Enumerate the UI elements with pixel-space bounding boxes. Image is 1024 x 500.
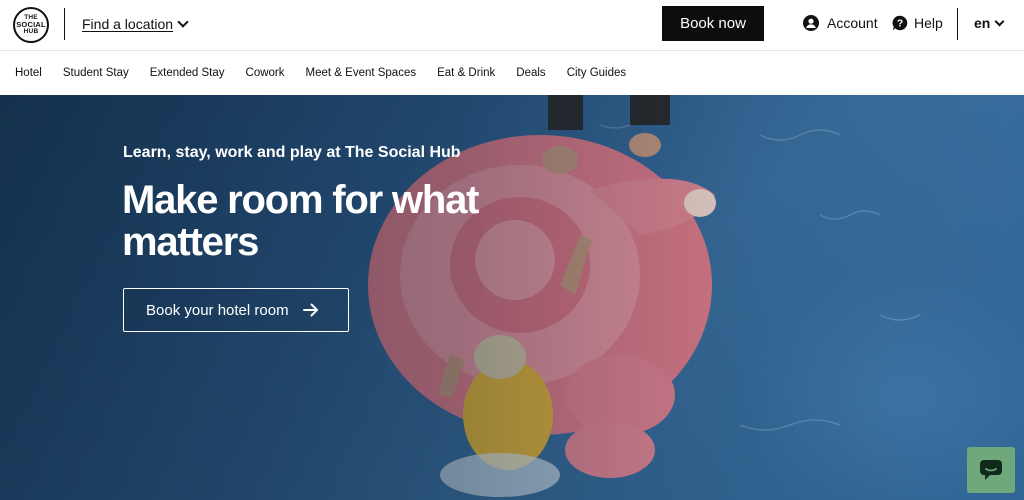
nav-item-cowork[interactable]: Cowork: [246, 67, 285, 79]
find-location-label: Find a location: [82, 16, 174, 32]
nav-item-city-guides[interactable]: City Guides: [567, 67, 626, 79]
chat-question-icon: ?: [892, 15, 908, 31]
header-divider-right: [957, 8, 958, 40]
help-label: Help: [914, 15, 943, 31]
main-nav: Hotel Student Stay Extended Stay Cowork …: [0, 51, 1024, 95]
chat-bubble-icon: [980, 460, 1002, 480]
svg-text:?: ?: [897, 18, 903, 29]
nav-item-extended-stay[interactable]: Extended Stay: [150, 67, 225, 79]
account-label: Account: [827, 15, 878, 31]
book-now-button[interactable]: Book now: [662, 6, 764, 41]
hero-headline: Make room for what matters: [122, 178, 479, 264]
help-link[interactable]: ? Help: [892, 15, 943, 31]
nav-item-deals[interactable]: Deals: [516, 67, 545, 79]
user-circle-icon: [803, 15, 819, 31]
chat-widget-button[interactable]: [967, 447, 1015, 493]
logo-line-3: HUB: [23, 27, 39, 35]
language-label: en: [974, 15, 991, 31]
nav-item-meet-event-spaces[interactable]: Meet & Event Spaces: [306, 67, 417, 79]
cta-label: Book your hotel room: [146, 301, 289, 319]
chevron-down-icon: [994, 16, 1005, 26]
arrow-right-icon: [302, 303, 318, 317]
hero-eyebrow: Learn, stay, work and play at The Social…: [123, 144, 461, 161]
language-selector[interactable]: en: [974, 15, 1005, 31]
book-hotel-room-button[interactable]: Book your hotel room: [123, 288, 349, 332]
nav-item-eat-drink[interactable]: Eat & Drink: [437, 67, 495, 79]
logo[interactable]: THE SOCIAL HUB: [13, 7, 49, 43]
site-header: THE SOCIAL HUB Find a location Book now …: [0, 0, 1024, 51]
chevron-down-icon: [177, 16, 189, 28]
hero-banner: Learn, stay, work and play at The Social…: [0, 95, 1024, 500]
nav-item-hotel[interactable]: Hotel: [15, 67, 42, 79]
header-divider: [64, 8, 65, 40]
nav-item-student-stay[interactable]: Student Stay: [63, 67, 129, 79]
account-link[interactable]: Account: [803, 15, 878, 31]
find-location-dropdown[interactable]: Find a location: [82, 16, 189, 32]
